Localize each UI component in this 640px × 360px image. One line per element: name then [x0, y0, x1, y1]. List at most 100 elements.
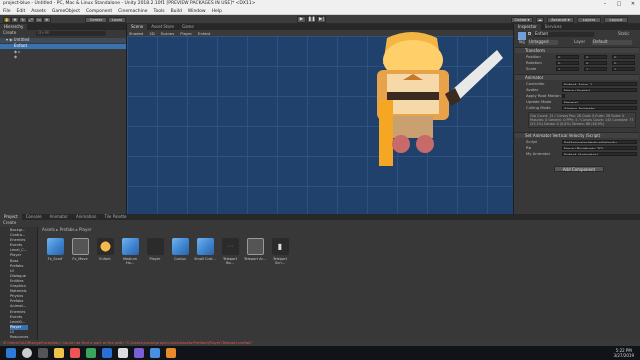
layer-dropdown[interactable]: Default: [592, 39, 632, 45]
controller-field[interactable]: Enfant_Anim_1: [562, 81, 637, 86]
active-checkbox[interactable]: [528, 32, 531, 35]
menu-gameobject[interactable]: GameObject: [52, 8, 80, 14]
tab-services[interactable]: Services: [541, 24, 566, 30]
script-field[interactable]: SetAnimatorVerticalVelocity: [562, 139, 637, 144]
child-object-icon[interactable]: ◆: [14, 54, 17, 60]
task-view-icon[interactable]: [38, 348, 48, 358]
asset-label: Player: [149, 257, 161, 261]
clock[interactable]: 5:22 PM 3/27/2019: [613, 348, 634, 358]
tab-inspector[interactable]: Inspector: [514, 24, 541, 30]
asset-item[interactable]: ⋯ Teleport Bo...: [219, 238, 241, 265]
menu-edit[interactable]: Edit: [17, 8, 26, 14]
tab-console[interactable]: Console: [22, 214, 46, 220]
mode-2d-toggle[interactable]: 2D: [149, 31, 154, 36]
position-x-field[interactable]: 0: [556, 54, 579, 59]
browser-icon[interactable]: [70, 348, 80, 358]
scale-y-field[interactable]: 1: [584, 66, 607, 71]
character-sprite[interactable]: [357, 30, 507, 170]
space-toggle[interactable]: Local: [108, 16, 126, 23]
scale-x-field[interactable]: 1: [556, 66, 579, 71]
hierarchy-create-button[interactable]: Create: [3, 30, 16, 36]
project-create-button[interactable]: Create: [3, 220, 16, 226]
close-icon[interactable]: ✕: [626, 0, 640, 8]
cloud-icon[interactable]: ☁: [536, 16, 544, 23]
transform-tool-icon[interactable]: ⊕: [43, 16, 51, 23]
vscode-icon[interactable]: [102, 348, 112, 358]
layers-dropdown[interactable]: Layers: [577, 16, 601, 23]
tab-animator[interactable]: Animator: [46, 214, 72, 220]
object-name-field[interactable]: Enfant: [534, 31, 594, 37]
menu-build[interactable]: Build: [171, 8, 182, 14]
search-icon[interactable]: [22, 348, 32, 358]
tab-tile-palette[interactable]: Tile Palette: [100, 214, 130, 220]
chrome-icon[interactable]: [86, 348, 96, 358]
app-icon[interactable]: [150, 348, 160, 358]
static-toggle[interactable]: Static: [618, 31, 629, 37]
menu-assets[interactable]: Assets: [31, 8, 46, 14]
update-mode-dropdown[interactable]: Normal: [562, 99, 637, 104]
asset-item[interactable]: Small Crat...: [194, 238, 216, 261]
menu-cinemachine[interactable]: Cinemachine: [118, 8, 147, 14]
play-button[interactable]: ▶: [297, 16, 306, 23]
rotation-y-field[interactable]: 0: [584, 60, 607, 65]
move-tool-icon[interactable]: ✥: [11, 16, 19, 23]
player-breadcrumb[interactable]: Player: [180, 31, 192, 36]
asset-item[interactable]: Fx_Scarf: [44, 238, 66, 261]
position-z-field[interactable]: 0: [612, 54, 635, 59]
maximize-icon[interactable]: □: [612, 0, 626, 8]
position-y-field[interactable]: 0: [584, 54, 607, 59]
pivot-toggle[interactable]: Center: [85, 16, 107, 23]
step-button[interactable]: ▶|: [317, 16, 326, 23]
rotation-x-field[interactable]: 0: [556, 60, 579, 65]
menu-help[interactable]: Help: [212, 8, 222, 14]
unity-icon[interactable]: [118, 348, 128, 358]
menu-component[interactable]: Component: [86, 8, 112, 14]
asset-item[interactable]: Player: [144, 238, 166, 261]
root-motion-checkbox[interactable]: [562, 93, 565, 98]
my-animator-field[interactable]: Enfant (Animator): [562, 151, 637, 156]
tag-dropdown[interactable]: Untagged: [528, 39, 558, 45]
windows-start-icon[interactable]: [6, 348, 16, 358]
visual-studio-icon[interactable]: [134, 348, 144, 358]
menu-file[interactable]: File: [3, 8, 11, 14]
breadcrumb-assets[interactable]: Assets: [42, 227, 55, 232]
breadcrumb-player[interactable]: Player: [79, 227, 91, 232]
rotate-tool-icon[interactable]: ↻: [19, 16, 27, 23]
rb-field[interactable]: None (Rigidbody 2D): [562, 145, 637, 150]
add-component-button[interactable]: Add Component: [554, 166, 604, 172]
scale-tool-icon[interactable]: ⤢: [27, 16, 35, 23]
tab-animation[interactable]: Animation: [72, 214, 100, 220]
hand-tool-icon[interactable]: ✋: [3, 16, 11, 23]
asset-item[interactable]: Teleport Ar...: [244, 238, 266, 261]
menu-tools[interactable]: Tools: [153, 8, 164, 14]
minimize-icon[interactable]: –: [598, 0, 612, 8]
enfant-breadcrumb[interactable]: Enfant: [198, 31, 210, 36]
asset-item[interactable]: ▮ Teleport Scri...: [269, 238, 291, 265]
breadcrumb-prefabs[interactable]: Prefabs: [60, 227, 75, 232]
pause-button[interactable]: ❚❚: [307, 16, 316, 23]
collab-dropdown[interactable]: Collab ▾: [511, 16, 533, 23]
asset-item[interactable]: Medium Ho...: [119, 238, 141, 265]
hierarchy-search-input[interactable]: Q+All: [36, 30, 106, 36]
asset-item[interactable]: Fx_Move: [69, 238, 91, 261]
prefab-icon: [46, 238, 64, 255]
shading-dropdown[interactable]: Shaded: [129, 31, 143, 36]
scale-z-field[interactable]: 1: [612, 66, 635, 71]
asset-item[interactable]: Cactus: [169, 238, 191, 261]
scene-view[interactable]: Scene Asset Store Game Shaded 2D Scenes …: [127, 24, 513, 214]
script-header[interactable]: Set Animator Vertical Velocity (Script): [515, 132, 639, 138]
avatar-field[interactable]: None (Avatar): [562, 87, 637, 92]
folder-item[interactable]: Animat...: [10, 304, 28, 309]
app-icon[interactable]: [166, 348, 176, 358]
transform-header[interactable]: Transform: [515, 47, 639, 53]
scenes-breadcrumb[interactable]: Scenes: [161, 31, 175, 36]
animator-header[interactable]: Animator: [515, 74, 639, 80]
rect-tool-icon[interactable]: ▭: [35, 16, 43, 23]
rotation-z-field[interactable]: 0: [612, 60, 635, 65]
culling-mode-dropdown[interactable]: Always Animate: [562, 105, 637, 110]
menu-window[interactable]: Window: [188, 8, 206, 14]
asset-item[interactable]: Enfant: [94, 238, 116, 261]
account-dropdown[interactable]: Account ▾: [547, 16, 574, 23]
file-explorer-icon[interactable]: [54, 348, 64, 358]
layout-dropdown[interactable]: Layout: [604, 16, 628, 23]
